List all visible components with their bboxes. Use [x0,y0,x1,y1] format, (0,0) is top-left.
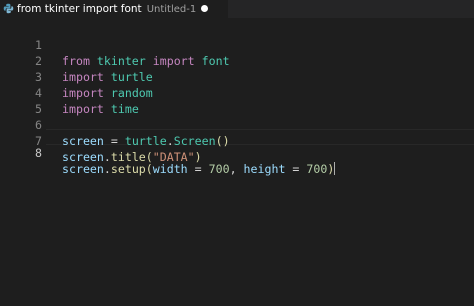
tab-untitled-1[interactable]: from tkinter import font Untitled-1 [0,0,228,18]
parenthesis-token: ) [327,162,335,176]
code-line[interactable]: 3 import random [0,53,474,100]
operator-token: = [194,162,202,176]
code-line[interactable]: 5 [0,85,474,116]
code-line[interactable]: 4 import time [0,69,474,116]
punctuation-token: , [229,162,237,176]
editor-window: from tkinter import font Untitled-1 1 fr… [0,0,474,306]
code-line[interactable]: 1 from tkinter import font [0,21,474,68]
tab-description: Untitled-1 [146,3,197,15]
line-content: screen.setup(width = 700, height = 700) [62,161,336,177]
operator-token: = [292,162,300,176]
text-cursor [334,162,336,175]
function-token: setup [110,162,146,176]
parenthesis-token: ( [145,162,153,176]
punctuation-token: . [103,162,111,176]
tab-bar: from tkinter import font Untitled-1 [0,0,474,18]
tab-title: from tkinter import font [17,3,142,15]
unsaved-dot-icon[interactable] [201,5,208,12]
parameter-token: height [243,162,286,176]
code-line-active[interactable]: 8 screen.setup(width = 700, height = 700… [0,129,474,176]
code-line[interactable]: 2 import turtle [0,37,474,84]
number-token: 700 [208,162,230,176]
python-file-icon [3,3,14,14]
code-line[interactable]: 6 screen = turtle.Screen() [0,101,474,148]
variable-token: screen [62,162,104,176]
number-token: 700 [306,162,328,176]
parameter-token: width [152,162,188,176]
code-editor[interactable]: 1 from tkinter import font 2 import turt… [0,18,474,306]
line-number: 8 [35,146,42,160]
